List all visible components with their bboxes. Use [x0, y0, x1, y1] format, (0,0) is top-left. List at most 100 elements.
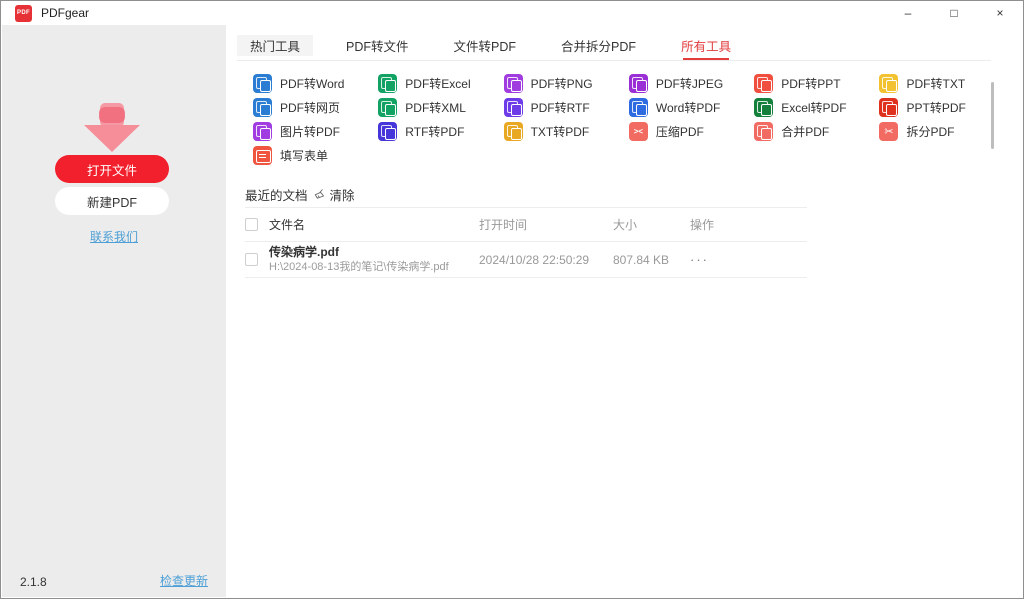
excel-to-pdf-icon	[754, 98, 773, 117]
scrollbar-thumb[interactable]	[991, 82, 994, 149]
pdf-to-txt-icon	[879, 74, 898, 93]
tool-pdf-to-word[interactable]: PDF转Word	[253, 74, 378, 93]
tool-pdf-to-excel[interactable]: PDF转Excel	[378, 74, 503, 93]
rtf-to-pdf-icon	[378, 122, 397, 141]
recent-docs-table: 文件名 打开时间 大小 操作 传染病学.pdf H:\2024-08-13我的笔…	[245, 208, 807, 278]
pdf-to-word-icon	[253, 74, 272, 93]
tool-label: 填写表单	[280, 147, 328, 164]
table-header-row: 文件名 打开时间 大小 操作	[245, 208, 807, 242]
pdf-to-rtf-icon	[504, 98, 523, 117]
tool-pdf-to-txt[interactable]: PDF转TXT	[879, 74, 1004, 93]
tool-label: 拆分PDF	[906, 123, 954, 140]
app-logo-icon: PDF	[15, 5, 32, 22]
tool-label: Word转PDF	[656, 99, 720, 116]
file-name: 传染病学.pdf	[269, 246, 479, 259]
minimize-button[interactable]: –	[885, 1, 931, 25]
txt-to-pdf-icon	[504, 122, 523, 141]
maximize-button[interactable]: □	[931, 1, 977, 25]
tool-label: PDF转JPEG	[656, 75, 723, 92]
clear-icon	[313, 188, 326, 201]
tab-pdf-to-file[interactable]: PDF转文件	[346, 31, 409, 60]
tab-hot-tools[interactable]: 热门工具	[237, 35, 313, 56]
pdf-to-ppt-icon	[754, 74, 773, 93]
row-actions-button[interactable]: ···	[690, 252, 807, 267]
sidebar: 打开文件 新建PDF 联系我们 2.1.8 检查更新	[2, 25, 226, 597]
tool-label: PDF转RTF	[531, 99, 590, 116]
contact-us-link[interactable]: 联系我们	[90, 230, 138, 244]
new-pdf-button[interactable]: 新建PDF	[55, 187, 169, 215]
tool-pdf-to-jpeg[interactable]: PDF转JPEG	[629, 74, 754, 93]
row-checkbox-cell	[245, 253, 269, 266]
pdf-to-xml-icon	[378, 98, 397, 117]
tool-label: PDF转PPT	[781, 75, 840, 92]
window-controls: – □ ×	[885, 1, 1023, 25]
contact-wrap: 联系我们	[2, 228, 226, 245]
tool-excel-to-pdf[interactable]: Excel转PDF	[754, 98, 879, 117]
tool-ppt-to-pdf[interactable]: PPT转PDF	[879, 98, 1004, 117]
version-label: 2.1.8	[20, 575, 47, 589]
download-arrow-icon	[84, 103, 140, 155]
tool-rtf-to-pdf[interactable]: RTF转PDF	[378, 122, 503, 141]
tab-all-tools[interactable]: 所有工具	[681, 31, 731, 60]
open-time: 2024/10/28 22:50:29	[479, 253, 613, 267]
clear-recent-button[interactable]: 清除	[313, 185, 355, 204]
pdf-to-jpeg-icon	[629, 74, 648, 93]
tool-pdf-to-png[interactable]: PDF转PNG	[504, 74, 629, 93]
row-checkbox[interactable]	[245, 253, 258, 266]
tool-label: PDF转Excel	[405, 75, 470, 92]
arrow-box	[99, 107, 125, 123]
col-open-time: 打开时间	[479, 216, 613, 233]
tool-label: RTF转PDF	[405, 123, 464, 140]
tool-pdf-to-html[interactable]: PDF转网页	[253, 98, 378, 117]
app-window: PDF PDFgear – □ × 打开文件 新建PDF 联系我们 2.1.8 …	[0, 0, 1024, 599]
tool-label: PDF转XML	[405, 99, 466, 116]
tool-compress-pdf[interactable]: 压缩PDF	[629, 122, 754, 141]
tab-bar: 热门工具 PDF转文件 文件转PDF 合并拆分PDF 所有工具	[237, 31, 991, 61]
tool-label: PPT转PDF	[906, 99, 965, 116]
tool-label: PDF转PNG	[531, 75, 593, 92]
compress-pdf-icon	[629, 122, 648, 141]
tab-file-to-pdf[interactable]: 文件转PDF	[454, 31, 517, 60]
tool-label: 合并PDF	[781, 123, 829, 140]
tool-label: 压缩PDF	[656, 123, 704, 140]
header-checkbox-cell	[245, 218, 269, 231]
select-all-checkbox[interactable]	[245, 218, 258, 231]
image-to-pdf-icon	[253, 122, 272, 141]
fill-form-icon	[253, 146, 272, 165]
tab-merge-split[interactable]: 合并拆分PDF	[561, 31, 636, 60]
clear-label: 清除	[330, 185, 355, 204]
tool-txt-to-pdf[interactable]: TXT转PDF	[504, 122, 629, 141]
ppt-to-pdf-icon	[879, 98, 898, 117]
pdf-to-excel-icon	[378, 74, 397, 93]
tool-label: TXT转PDF	[531, 123, 590, 140]
file-size: 807.84 KB	[613, 253, 690, 267]
recent-docs-header: 最近的文档 清除	[245, 185, 355, 204]
tool-pdf-to-ppt[interactable]: PDF转PPT	[754, 74, 879, 93]
merge-pdf-icon	[754, 122, 773, 141]
pdf-to-png-icon	[504, 74, 523, 93]
open-file-button[interactable]: 打开文件	[55, 155, 169, 183]
update-wrap: 检查更新	[160, 572, 208, 589]
tool-pdf-to-rtf[interactable]: PDF转RTF	[504, 98, 629, 117]
pdf-to-html-icon	[253, 98, 272, 117]
tool-label: Excel转PDF	[781, 99, 846, 116]
arrow-triangle	[84, 125, 140, 152]
file-cell: 传染病学.pdf H:\2024-08-13我的笔记\传染病学.pdf	[269, 246, 479, 273]
tool-image-to-pdf[interactable]: 图片转PDF	[253, 122, 378, 141]
tool-label: PDF转TXT	[906, 75, 965, 92]
tools-grid: PDF转Word PDF转Excel PDF转PNG PDF转JPEG PDF转…	[253, 74, 1005, 165]
tool-label: PDF转Word	[280, 75, 344, 92]
col-size: 大小	[613, 216, 690, 233]
recent-docs-title: 最近的文档	[245, 185, 308, 204]
tool-word-to-pdf[interactable]: Word转PDF	[629, 98, 754, 117]
table-row[interactable]: 传染病学.pdf H:\2024-08-13我的笔记\传染病学.pdf 2024…	[245, 242, 807, 278]
tool-pdf-to-xml[interactable]: PDF转XML	[378, 98, 503, 117]
check-update-link[interactable]: 检查更新	[160, 574, 208, 588]
tool-fill-form[interactable]: 填写表单	[253, 146, 378, 165]
app-title: PDFgear	[41, 6, 89, 20]
col-action: 操作	[690, 216, 807, 233]
title-bar: PDF PDFgear – □ ×	[1, 1, 1023, 25]
tool-split-pdf[interactable]: 拆分PDF	[879, 122, 1004, 141]
close-button[interactable]: ×	[977, 1, 1023, 25]
tool-merge-pdf[interactable]: 合并PDF	[754, 122, 879, 141]
